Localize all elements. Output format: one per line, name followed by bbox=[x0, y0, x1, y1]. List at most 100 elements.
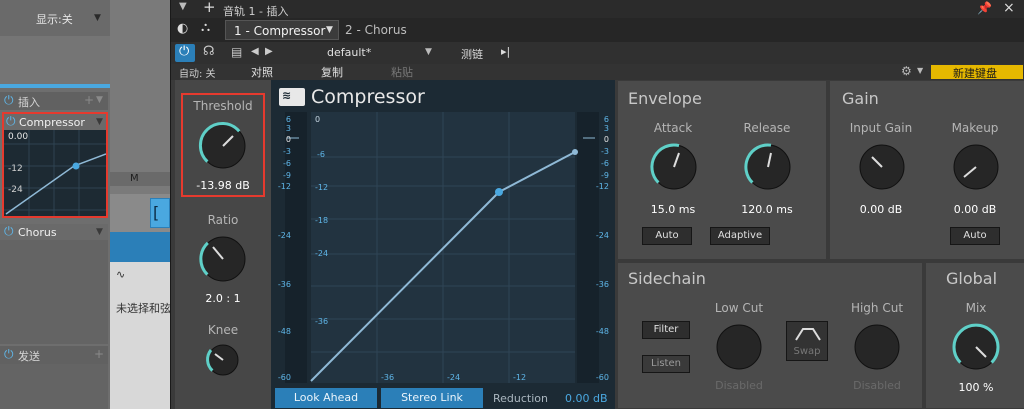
input-gain-knob[interactable] bbox=[854, 139, 910, 195]
attack-knob[interactable] bbox=[646, 139, 702, 195]
region-bracket: [ bbox=[153, 203, 160, 222]
stereo-link-button[interactable]: Stereo Link bbox=[381, 388, 483, 408]
paste-button[interactable]: 粘贴 bbox=[391, 64, 413, 80]
stereo-link-label: Stereo Link bbox=[401, 391, 463, 404]
power-button[interactable]: ⏻ bbox=[175, 44, 195, 62]
attack-label: Attack bbox=[653, 121, 693, 135]
next-preset-icon[interactable]: ▶ bbox=[265, 46, 273, 57]
mute-label[interactable]: M bbox=[130, 173, 139, 184]
preset-menu-icon[interactable]: ▤ bbox=[231, 45, 242, 59]
send-header: ⏻ 发送 + bbox=[0, 346, 108, 364]
mini-tick-0: 0.00 bbox=[8, 132, 28, 142]
display-off-label[interactable]: 显示:关 bbox=[36, 11, 73, 27]
gain-auto-button[interactable]: Auto bbox=[950, 227, 1000, 245]
chord-lane bbox=[110, 232, 170, 262]
threshold-knob[interactable] bbox=[195, 118, 251, 174]
compare-button[interactable]: 对照 bbox=[251, 64, 273, 80]
chorus-slot-label: Chorus bbox=[18, 226, 57, 239]
envelope-auto-button[interactable]: Auto bbox=[642, 227, 692, 245]
track-controls: M bbox=[110, 172, 170, 186]
envelope-auto-label: Auto bbox=[655, 230, 679, 241]
gear-icon[interactable]: ⚙ bbox=[901, 64, 912, 78]
power-icon[interactable]: ⏻ bbox=[4, 224, 14, 239]
add-icon[interactable]: + bbox=[84, 93, 94, 107]
main-knob-column: Threshold -13.98 dB Ratio 2.0 : 1 Knee bbox=[175, 80, 271, 409]
preset-select[interactable]: default* ▼ bbox=[277, 44, 437, 62]
tab-compressor[interactable]: 1 - Compressor ▼ bbox=[225, 20, 339, 40]
event-region[interactable]: [ bbox=[150, 198, 170, 228]
look-ahead-label: Look Ahead bbox=[293, 391, 359, 404]
gain-auto-label: Auto bbox=[963, 230, 987, 241]
copy-button[interactable]: 复制 bbox=[321, 64, 343, 80]
bandpass-icon bbox=[795, 328, 821, 341]
attack-value: 15.0 ms bbox=[650, 203, 696, 216]
add-icon[interactable]: + bbox=[94, 347, 104, 361]
release-value: 120.0 ms bbox=[741, 203, 793, 216]
filter-button[interactable]: Filter bbox=[642, 321, 690, 339]
inspector-spacer bbox=[0, 36, 110, 84]
chevron-down-icon[interactable]: ▼ bbox=[326, 25, 333, 35]
routing-icon[interactable]: ⛬ bbox=[201, 20, 210, 35]
sidechain-title: Sidechain bbox=[628, 269, 706, 288]
graph-y-tick: -24 bbox=[315, 249, 329, 258]
high-cut-knob[interactable] bbox=[849, 319, 905, 375]
makeup-label: Makeup bbox=[951, 121, 999, 135]
release-knob[interactable] bbox=[740, 139, 796, 195]
plugin-window: ▼ + 音轨 1 - 插入 📌 × ◐ ⛬ 1 - Compressor ▼ 2… bbox=[170, 0, 1024, 409]
previous-preset-icon[interactable]: ◀ bbox=[251, 46, 259, 57]
power-icon[interactable]: ⏻ bbox=[6, 114, 16, 129]
chevron-down-icon[interactable]: ▼ bbox=[96, 227, 103, 237]
track-inspector: 显示:关 ▼ ⏻ 插入 + ▼ ⏻ Compressor ▼ 0.00 -12 … bbox=[0, 0, 110, 409]
threshold-value: -13.98 dB bbox=[196, 179, 250, 192]
chevron-down-icon[interactable]: ▼ bbox=[917, 66, 923, 75]
graph-y-tick: 0 bbox=[315, 115, 321, 124]
ratio-knob[interactable] bbox=[195, 231, 251, 287]
close-icon[interactable]: × bbox=[1003, 0, 1015, 16]
graph-y-tick: -18 bbox=[315, 216, 329, 225]
power-icon[interactable]: ⏻ bbox=[4, 347, 14, 362]
adaptive-button[interactable]: Adaptive bbox=[710, 227, 770, 245]
reduction-value: 0.00 dB bbox=[565, 392, 608, 405]
chevron-down-icon[interactable]: ▼ bbox=[94, 13, 101, 23]
chorus-slot[interactable]: ⏻ Chorus ▼ bbox=[0, 224, 108, 240]
input-gain-value: 0.00 dB bbox=[859, 203, 903, 216]
power-icon[interactable]: ⏻ bbox=[4, 93, 14, 108]
ratio-value: 2.0 : 1 bbox=[205, 292, 241, 305]
pin-icon[interactable]: 📌 bbox=[977, 1, 992, 15]
mix-value: 100 % bbox=[958, 381, 994, 394]
add-icon[interactable]: + bbox=[203, 0, 216, 16]
tab-chorus[interactable]: 2 - Chorus bbox=[339, 20, 411, 40]
meter-tick: 3 bbox=[285, 124, 291, 133]
knee-knob[interactable] bbox=[203, 340, 243, 380]
chevron-down-icon[interactable]: ▼ bbox=[96, 117, 103, 127]
look-ahead-button[interactable]: Look Ahead bbox=[275, 388, 377, 408]
high-cut-value: Disabled bbox=[853, 379, 901, 392]
swap-button[interactable]: Swap bbox=[786, 321, 828, 361]
new-keyboard-button[interactable]: 新建键盘 bbox=[931, 65, 1023, 80]
meter-tick: -48 bbox=[277, 327, 291, 336]
global-panel: Global Mix 100 % bbox=[925, 262, 1024, 409]
low-cut-knob[interactable] bbox=[711, 319, 767, 375]
low-cut-value: Disabled bbox=[715, 379, 763, 392]
no-chord-selected: 未选择和弦 bbox=[116, 302, 171, 315]
graph-y-tick: -36 bbox=[315, 317, 329, 326]
listen-button[interactable]: Listen bbox=[642, 355, 690, 373]
meter-tick: -9 bbox=[283, 171, 291, 180]
makeup-knob[interactable] bbox=[948, 139, 1004, 195]
graph-x-tick: -36 bbox=[381, 373, 395, 382]
meter-tick: -60 bbox=[595, 373, 609, 382]
low-cut-label: Low Cut bbox=[714, 301, 764, 315]
skip-icon[interactable]: ▸| bbox=[501, 45, 510, 58]
auto-off-label[interactable]: 自动: 关 bbox=[179, 65, 216, 80]
graph-y-tick: -12 bbox=[315, 183, 329, 192]
chevron-down-icon[interactable]: ▼ bbox=[96, 95, 103, 105]
chevron-down-icon[interactable]: ▼ bbox=[179, 1, 187, 12]
meter-tick: 6 bbox=[285, 115, 291, 124]
mix-knob[interactable] bbox=[948, 319, 1004, 375]
meter-tick: -60 bbox=[277, 373, 291, 382]
test-chain-button[interactable]: 测链 bbox=[461, 46, 483, 62]
waveform-icon: ∿ bbox=[116, 268, 126, 281]
headphone-icon[interactable]: ☊ bbox=[203, 44, 215, 59]
compressor-slot[interactable]: ⏻ Compressor ▼ 0.00 -12 -24 bbox=[2, 112, 108, 218]
bypass-icon[interactable]: ◐ bbox=[177, 21, 188, 36]
